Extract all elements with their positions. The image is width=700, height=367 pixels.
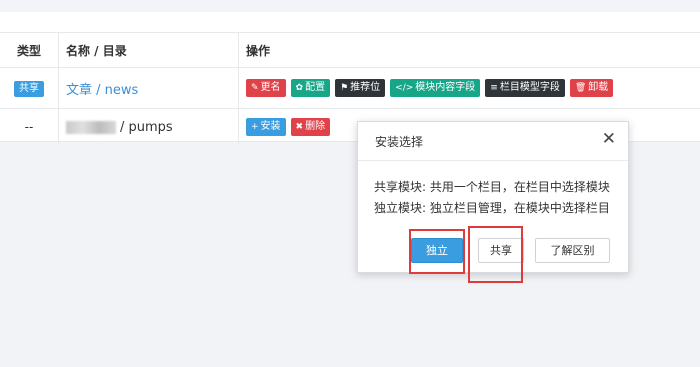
dialog-body: 共享模块: 共用一个栏目，在栏目中选择模块 独立模块: 独立栏目管理，在模块中选…	[374, 177, 610, 219]
close-icon: ✖	[295, 122, 304, 132]
share-module-description: 共享模块: 共用一个栏目，在栏目中选择模块	[374, 180, 610, 194]
blurred-module-name	[66, 120, 116, 134]
header-name: 名称 / 目录	[58, 32, 239, 68]
module-fields-label: 模块内容字段	[415, 82, 476, 93]
type-cell: --	[0, 108, 59, 145]
table-header-row: 类型 名称 / 目录 操作	[0, 32, 700, 68]
config-label: 配置	[305, 82, 326, 93]
header-type: 类型	[0, 32, 59, 68]
uninstall-label: 卸载	[588, 82, 609, 93]
gear-icon: ✿	[295, 83, 304, 93]
module-fields-button[interactable]: </> 模块内容字段	[390, 79, 481, 97]
uninstall-button[interactable]: 🗑 卸载	[569, 79, 614, 97]
list-icon: ≡	[490, 83, 498, 93]
trash-icon: 🗑	[574, 83, 587, 93]
dialog-title: 安装选择	[375, 135, 424, 149]
category-fields-label: 栏目模型字段	[499, 82, 560, 93]
dialog-header: 安装选择 ✕	[358, 122, 628, 161]
name-cell: 文章 / news	[58, 67, 239, 109]
learn-difference-button[interactable]: 了解区别	[535, 238, 610, 263]
recommend-button[interactable]: ⚑ 推荐位	[335, 79, 386, 97]
rename-button[interactable]: ✎ 更名	[246, 79, 286, 97]
highlight-box-independent	[409, 229, 465, 274]
delete-button[interactable]: ✖ 删除	[290, 118, 331, 136]
close-icon[interactable]: ✕	[602, 130, 616, 148]
highlight-box-share	[468, 226, 523, 283]
delete-label: 删除	[305, 121, 326, 132]
recommend-label: 推荐位	[350, 82, 381, 93]
install-button[interactable]: + 安装	[246, 118, 286, 136]
independent-module-description: 独立模块: 独立栏目管理，在模块中选择栏目	[374, 201, 610, 215]
config-button[interactable]: ✿ 配置	[290, 79, 331, 97]
category-fields-button[interactable]: ≡ 栏目模型字段	[485, 79, 565, 97]
top-bar	[0, 0, 700, 12]
flag-icon: ⚑	[340, 83, 349, 93]
actions-cell: ✎ 更名 ✿ 配置 ⚑ 推荐位 </> 模块内容字段 ≡ 栏目模型字段 🗑 卸载	[238, 67, 700, 109]
rename-label: 更名	[260, 82, 281, 93]
module-name-link[interactable]: 文章 / news	[66, 83, 138, 98]
table-row: 共享 文章 / news ✎ 更名 ✿ 配置 ⚑ 推荐位 </> 模块内容字段 ≡ 栏目模型字段 🗑…	[0, 67, 700, 109]
edit-icon: ✎	[251, 83, 259, 93]
share-badge: 共享	[14, 80, 44, 97]
name-cell: / pumps	[58, 108, 239, 145]
install-label: 安装	[260, 121, 281, 132]
module-dir: / pumps	[120, 119, 173, 135]
type-cell: 共享	[0, 67, 59, 109]
code-icon: </>	[395, 83, 414, 93]
plus-icon: +	[251, 122, 259, 132]
header-ops: 操作	[238, 32, 700, 68]
